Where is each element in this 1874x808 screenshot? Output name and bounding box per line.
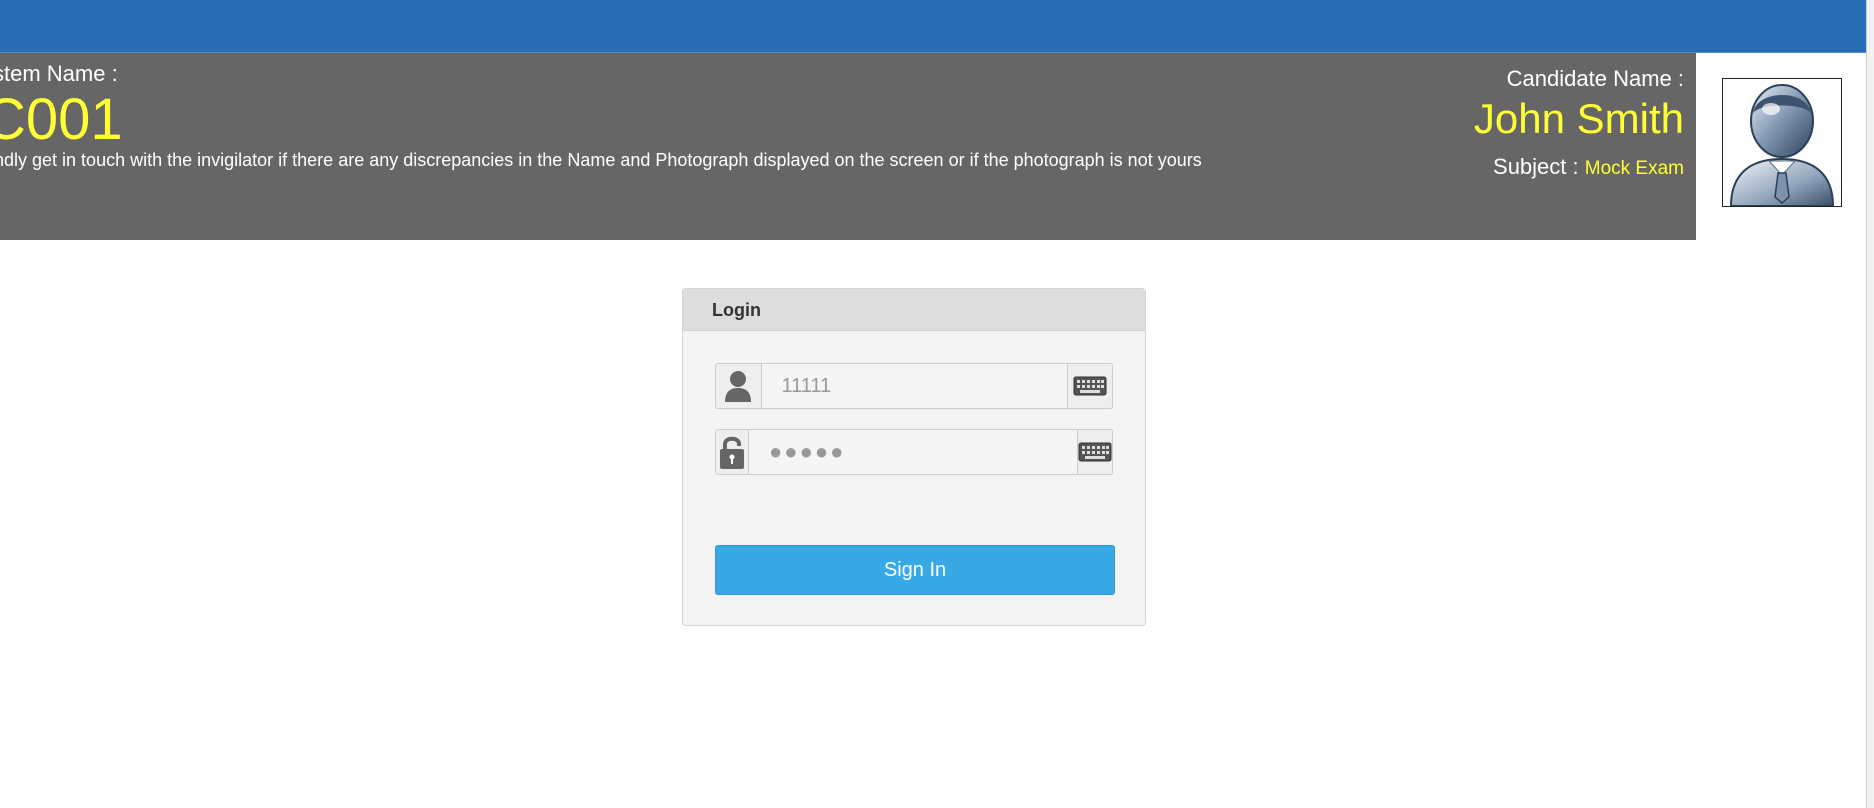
user-icon	[715, 363, 762, 409]
password-input[interactable]	[749, 429, 1077, 475]
page: ystem Name : C001 indly get in touch wit…	[0, 0, 1866, 808]
system-name-value: C001	[0, 87, 123, 152]
system-name-label: ystem Name :	[0, 61, 118, 86]
subject-row: Subject : Mock Exam	[1474, 153, 1684, 183]
lock-icon	[715, 429, 749, 475]
username-input[interactable]	[761, 363, 1067, 409]
photo-container	[1696, 53, 1866, 240]
keyboard-icon[interactable]	[1066, 363, 1113, 409]
candidate-photo	[1722, 78, 1842, 207]
candidate-info: Candidate Name : John Smith Subject : Mo…	[1474, 65, 1684, 183]
subject-value: Mock Exam	[1584, 158, 1684, 179]
avatar-icon	[1729, 84, 1835, 206]
window-edge	[1866, 0, 1874, 808]
invigilator-notice: indly get in touch with the invigilator …	[0, 150, 1202, 170]
top-bar	[0, 0, 1866, 52]
subject-label: Subject :	[1493, 154, 1579, 179]
candidate-name-label: Candidate Name :	[1506, 66, 1684, 91]
login-panel: Login 11111 ●●●●● Sign In	[682, 288, 1146, 626]
candidate-name-value: John Smith	[1473, 95, 1684, 142]
candidate-header: ystem Name : C001 indly get in touch wit…	[0, 52, 1866, 240]
sign-in-button[interactable]: Sign In	[715, 545, 1115, 595]
password-group	[715, 429, 1113, 475]
login-title: Login	[683, 289, 1145, 331]
keyboard-icon[interactable]	[1077, 429, 1113, 475]
username-group	[715, 363, 1113, 409]
